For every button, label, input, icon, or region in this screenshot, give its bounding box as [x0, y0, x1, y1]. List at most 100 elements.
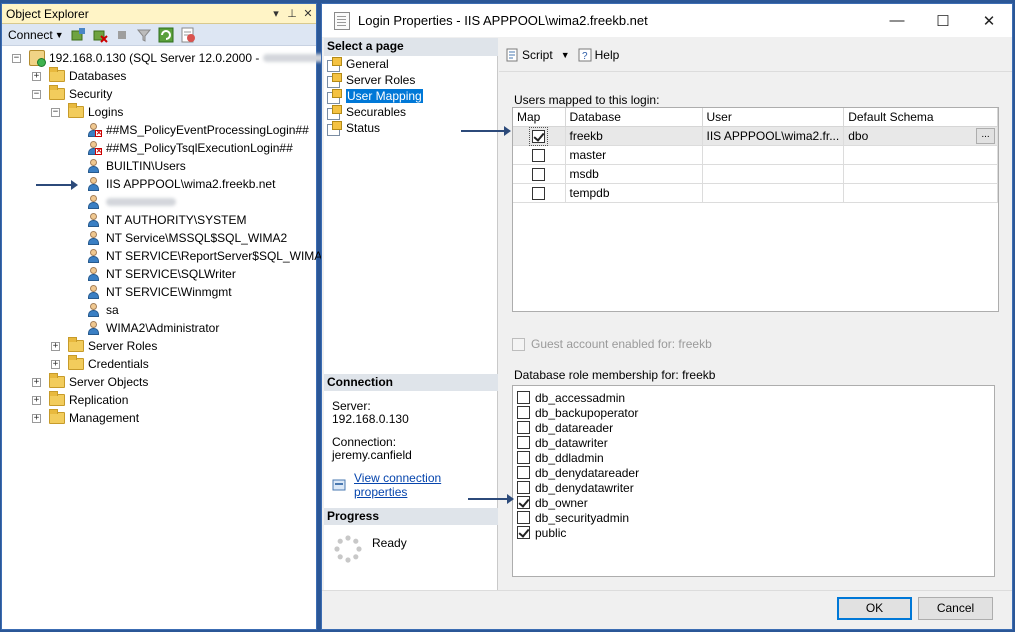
- minimize-icon[interactable]: —: [874, 12, 920, 29]
- role-item[interactable]: db_denydatareader: [517, 465, 994, 480]
- collapse-icon[interactable]: −: [12, 53, 21, 63]
- user-cell[interactable]: [702, 145, 845, 165]
- map-checkbox[interactable]: [532, 186, 546, 200]
- login-item[interactable]: NT SERVICE\Winmgmt: [86, 283, 232, 301]
- map-checkbox[interactable]: [532, 167, 546, 181]
- schema-cell[interactable]: [843, 164, 998, 184]
- dropdown-icon[interactable]: ▾: [268, 7, 284, 20]
- user-cell[interactable]: IIS APPPOOL\wima2.fr...: [702, 126, 845, 146]
- schema-cell[interactable]: dbo ...: [843, 126, 998, 146]
- login-item[interactable]: NT Service\MSSQL$SQL_WIMA2: [86, 229, 287, 247]
- collapse-icon[interactable]: −: [51, 107, 60, 117]
- column-header-database[interactable]: Database: [565, 108, 703, 127]
- cancel-button[interactable]: Cancel: [918, 597, 993, 620]
- activity-monitor-icon[interactable]: [180, 27, 196, 43]
- expand-icon[interactable]: +: [32, 395, 41, 405]
- view-connection-properties[interactable]: View connection properties: [332, 471, 497, 499]
- refresh-icon[interactable]: [158, 27, 174, 43]
- tree-node-logins[interactable]: − Logins: [51, 103, 123, 121]
- expand-icon[interactable]: +: [51, 359, 60, 369]
- login-item[interactable]: NT AUTHORITY\SYSTEM: [86, 211, 246, 229]
- stop-icon[interactable]: [114, 27, 130, 43]
- collapse-icon[interactable]: −: [32, 89, 41, 99]
- map-cell[interactable]: [513, 164, 566, 184]
- schema-cell[interactable]: [843, 145, 998, 165]
- column-header-default-schema[interactable]: Default Schema: [843, 108, 998, 127]
- expand-icon[interactable]: +: [32, 413, 41, 423]
- login-item[interactable]: BUILTIN\Users: [86, 157, 186, 175]
- connection-properties-link[interactable]: View connection properties: [354, 471, 497, 499]
- page-user-mapping[interactable]: User Mapping: [326, 88, 423, 104]
- role-item[interactable]: db_backupoperator: [517, 405, 994, 420]
- tree-node-security[interactable]: − Security: [32, 85, 112, 103]
- login-item[interactable]: WIMA2\Administrator: [86, 319, 219, 337]
- table-row[interactable]: tempdb: [513, 183, 998, 203]
- role-checkbox[interactable]: [517, 511, 530, 524]
- user-cell[interactable]: [702, 164, 845, 184]
- tree-node-server-objects[interactable]: + Server Objects: [32, 373, 148, 391]
- user-mapping-grid[interactable]: Map Database User Default Schema freekb …: [512, 107, 999, 312]
- role-checkbox[interactable]: [517, 466, 530, 479]
- connect-button[interactable]: Connect ▼: [8, 28, 64, 42]
- table-row[interactable]: freekb IIS APPPOOL\wima2.fr... dbo ...: [513, 126, 998, 146]
- user-cell[interactable]: [702, 183, 845, 203]
- role-item[interactable]: db_ddladmin: [517, 450, 994, 465]
- script-dropdown-icon[interactable]: ▼: [561, 50, 570, 60]
- role-checkbox[interactable]: [517, 526, 530, 539]
- role-checkbox[interactable]: [517, 451, 530, 464]
- role-checkbox[interactable]: [517, 496, 530, 509]
- role-item[interactable]: db_accessadmin: [517, 390, 994, 405]
- close-icon[interactable]: ✕: [966, 12, 1012, 30]
- tree-node-databases[interactable]: + Databases: [32, 67, 126, 85]
- role-item[interactable]: public: [517, 525, 994, 540]
- map-cell[interactable]: [513, 145, 566, 165]
- role-item[interactable]: db_datareader: [517, 420, 994, 435]
- table-row[interactable]: msdb: [513, 164, 998, 184]
- login-item[interactable]: sa: [86, 301, 119, 319]
- script-button[interactable]: Script: [505, 48, 553, 62]
- tree-node-management[interactable]: + Management: [32, 409, 139, 427]
- schema-cell[interactable]: [843, 183, 998, 203]
- expand-icon[interactable]: +: [32, 71, 41, 81]
- login-item[interactable]: [86, 193, 176, 211]
- tree-node-server[interactable]: − 192.168.0.130 (SQL Server 12.0.2000 -: [12, 49, 334, 67]
- login-item[interactable]: ✕ ##MS_PolicyEventProcessingLogin##: [86, 121, 309, 139]
- role-item[interactable]: db_denydatawriter: [517, 480, 994, 495]
- map-cell[interactable]: [513, 126, 566, 146]
- map-checkbox[interactable]: [529, 126, 549, 146]
- role-checkbox[interactable]: [517, 421, 530, 434]
- map-checkbox[interactable]: [532, 148, 546, 162]
- login-item[interactable]: NT SERVICE\SQLWriter: [86, 265, 236, 283]
- table-row[interactable]: master: [513, 145, 998, 165]
- role-item[interactable]: db_securityadmin: [517, 510, 994, 525]
- close-icon[interactable]: ✕: [300, 7, 316, 20]
- maximize-icon[interactable]: ☐: [920, 12, 966, 30]
- filter-icon[interactable]: [136, 27, 152, 43]
- tree-node-credentials[interactable]: + Credentials: [51, 355, 149, 373]
- browse-schema-button[interactable]: ...: [976, 127, 995, 144]
- expand-icon[interactable]: +: [51, 341, 60, 351]
- page-server-roles[interactable]: Server Roles: [326, 72, 415, 88]
- expand-icon[interactable]: +: [32, 377, 41, 387]
- role-membership-list[interactable]: db_accessadmin db_backupoperator db_data…: [512, 385, 995, 577]
- role-checkbox[interactable]: [517, 406, 530, 419]
- login-item[interactable]: NT SERVICE\ReportServer$SQL_WIMA2: [86, 247, 329, 265]
- role-checkbox[interactable]: [517, 481, 530, 494]
- login-item-selected[interactable]: IIS APPPOOL\wima2.freekb.net: [86, 175, 275, 193]
- role-item[interactable]: db_datawriter: [517, 435, 994, 450]
- page-status[interactable]: Status: [326, 120, 380, 136]
- role-item[interactable]: db_owner: [517, 495, 994, 510]
- column-header-user[interactable]: User: [702, 108, 845, 127]
- column-header-map[interactable]: Map: [513, 108, 566, 127]
- help-button[interactable]: ? Help: [578, 48, 619, 62]
- role-checkbox[interactable]: [517, 436, 530, 449]
- page-securables[interactable]: Securables: [326, 104, 406, 120]
- page-general[interactable]: General: [326, 56, 389, 72]
- tree-node-server-roles[interactable]: + Server Roles: [51, 337, 157, 355]
- ok-button[interactable]: OK: [837, 597, 912, 620]
- login-item[interactable]: ✕ ##MS_PolicyTsqlExecutionLogin##: [86, 139, 293, 157]
- map-cell[interactable]: [513, 183, 566, 203]
- connect-object-icon[interactable]: [70, 27, 86, 43]
- pin-icon[interactable]: ⊥: [284, 7, 300, 20]
- tree-node-replication[interactable]: + Replication: [32, 391, 128, 409]
